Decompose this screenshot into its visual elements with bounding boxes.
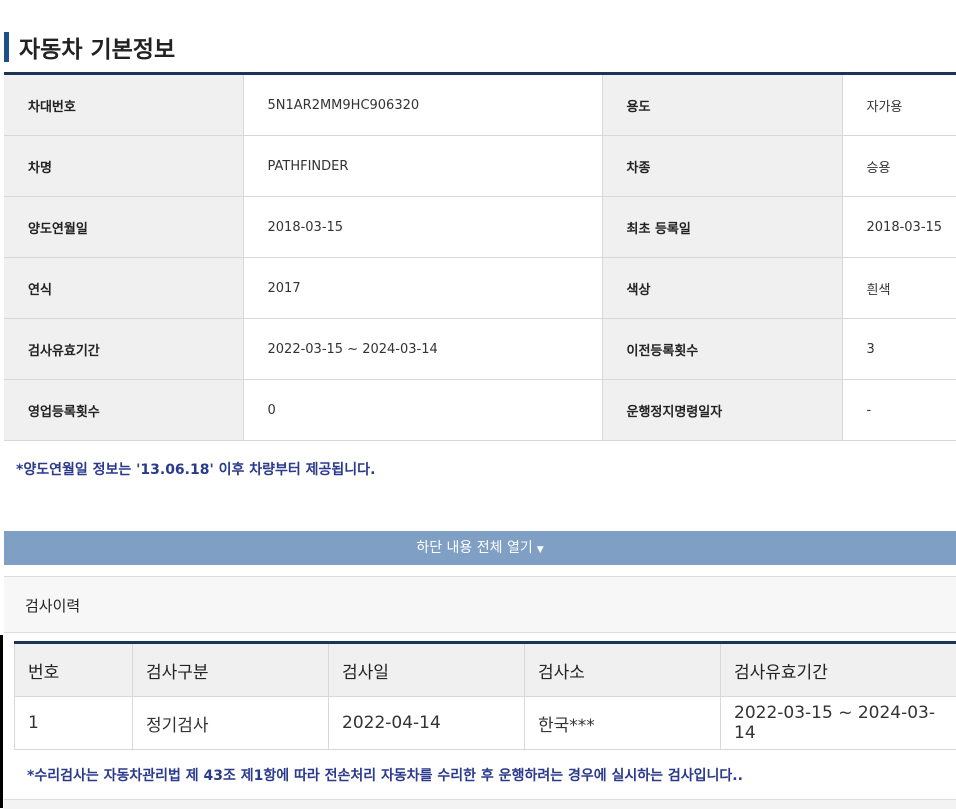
info-value: 2017: [243, 258, 602, 319]
inspection-history-header[interactable]: 검사이력: [4, 576, 956, 633]
info-row: 연식 2017 색상 흰색: [4, 258, 956, 319]
info-label: 차대번호: [4, 75, 243, 136]
info-row: 차대번호 5N1AR2MM9HC906320 용도 자가용: [4, 75, 956, 136]
info-value: -: [842, 380, 956, 441]
info-row: 영업등록횟수 0 운행정지명령일자 -: [4, 380, 956, 441]
info-label: 차종: [602, 136, 842, 197]
page-left-edge: [0, 0, 3, 635]
info-row: 차명 PATHFINDER 차종 승용: [4, 136, 956, 197]
column-header-number: 번호: [15, 643, 133, 697]
info-label: 연식: [4, 258, 243, 319]
cell-station: 한국***: [525, 697, 721, 750]
info-value: 5N1AR2MM9HC906320: [243, 75, 602, 136]
inspection-history-title: 검사이력: [25, 595, 80, 616]
info-value: 3: [842, 319, 956, 380]
info-label: 색상: [602, 258, 842, 319]
section-header: 자동차 기본정보: [4, 27, 956, 67]
info-value: 승용: [842, 136, 956, 197]
left-edge-shadow: [0, 635, 3, 808]
info-label: 영업등록횟수: [4, 380, 243, 441]
info-label: 양도연월일: [4, 197, 243, 258]
repair-inspection-notice: *수리검사는 자동차관리법 제 43조 제1항에 따라 전손처리 자동차를 수리…: [27, 765, 743, 785]
expand-all-button[interactable]: 하단 내용 전체 열기 ▼: [4, 531, 956, 565]
info-value: 2018-03-15: [842, 197, 956, 258]
info-value: 0: [243, 380, 602, 441]
vehicle-info-table: 차대번호 5N1AR2MM9HC906320 용도 자가용 차명 PATHFIN…: [4, 75, 956, 441]
column-header-type: 검사구분: [133, 643, 329, 697]
cell-validity: 2022-03-15 ~ 2024-03-14: [721, 697, 956, 750]
title-accent-bar: [4, 32, 9, 62]
info-value: 2022-03-15 ~ 2024-03-14: [243, 319, 602, 380]
expand-all-label: 하단 내용 전체 열기: [416, 540, 532, 556]
cell-number: 1: [15, 697, 133, 750]
info-row: 검사유효기간 2022-03-15 ~ 2024-03-14 이전등록횟수 3: [4, 319, 956, 380]
info-label: 검사유효기간: [4, 319, 243, 380]
info-label: 이전등록횟수: [602, 319, 842, 380]
table-row: 1 정기검사 2022-04-14 한국*** 2022-03-15 ~ 202…: [15, 697, 956, 750]
info-value: 2018-03-15: [243, 197, 602, 258]
chevron-down-icon: ▼: [537, 545, 544, 555]
column-header-validity: 검사유효기간: [721, 643, 956, 697]
info-label: 차명: [4, 136, 243, 197]
info-row: 양도연월일 2018-03-15 최초 등록일 2018-03-15: [4, 197, 956, 258]
column-header-station: 검사소: [525, 643, 721, 697]
cell-type: 정기검사: [133, 697, 329, 750]
info-label: 운행정지명령일자: [602, 380, 842, 441]
inspection-history-table: 번호 검사구분 검사일 검사소 검사유효기간 1 정기검사 2022-04-14…: [14, 641, 956, 750]
transfer-date-notice: *양도연월일 정보는 '13.06.18' 이후 차량부터 제공됩니다.: [16, 459, 375, 479]
table-header-row: 번호 검사구분 검사일 검사소 검사유효기간: [15, 643, 956, 697]
page-title: 자동차 기본정보: [19, 30, 175, 64]
info-value: 흰색: [842, 258, 956, 319]
info-value: 자가용: [842, 75, 956, 136]
column-header-date: 검사일: [329, 643, 525, 697]
info-value: PATHFINDER: [243, 136, 602, 197]
info-label: 용도: [602, 75, 842, 136]
cell-date: 2022-04-14: [329, 697, 525, 750]
info-label: 최초 등록일: [602, 197, 842, 258]
